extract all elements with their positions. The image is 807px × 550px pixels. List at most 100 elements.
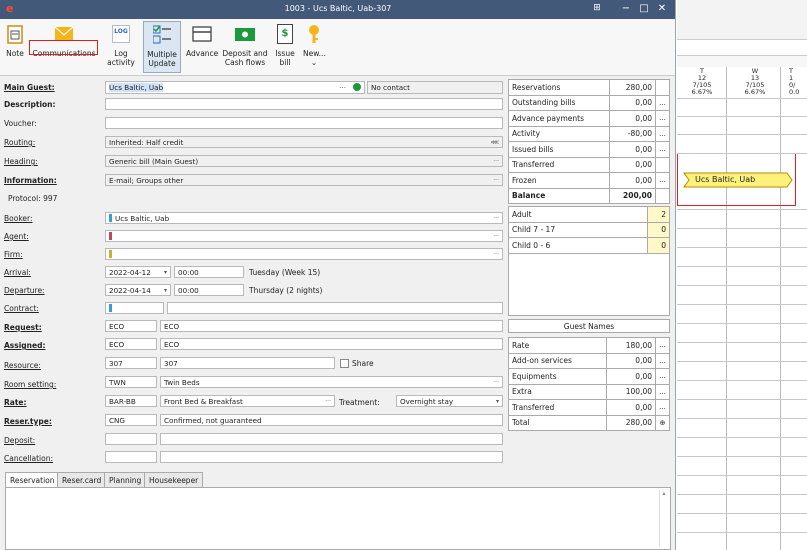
chevron-down-icon[interactable]: ▾ — [496, 397, 499, 406]
contract-field[interactable] — [167, 302, 503, 314]
request-label: Request: — [4, 323, 42, 332]
resource-code-field[interactable]: 307 — [105, 357, 157, 369]
summary-row[interactable]: Issued bills 0,00... — [507, 141, 670, 158]
ellipsis-icon[interactable]: ··· — [493, 250, 499, 259]
ellipsis-icon[interactable]: ··· — [325, 397, 331, 406]
chevron-down-icon[interactable]: ▾ — [164, 286, 167, 295]
resource-field[interactable]: 307 — [160, 357, 335, 369]
note-button[interactable]: Note — [3, 21, 27, 73]
deposit-code-field[interactable] — [105, 433, 157, 445]
day-column-header[interactable]: T 12 7/105 6.67% — [677, 68, 727, 96]
tab-reser-card[interactable]: Reser.card — [57, 472, 107, 488]
ellipsis-icon[interactable]: ... — [655, 399, 670, 416]
rate-field[interactable]: Front Bed & Breakfast ··· — [160, 395, 335, 407]
snap-icon[interactable]: ⊞ — [590, 3, 604, 13]
day-column-header[interactable]: T 1 0/ 0.0 — [781, 68, 807, 96]
help-icon[interactable] — [353, 83, 361, 91]
ellipsis-icon[interactable]: ... — [655, 94, 670, 111]
deposit-field[interactable] — [160, 433, 503, 445]
rate-row: Total 280,00 ⊕ — [507, 414, 670, 431]
reser-type-code-field[interactable]: CNG — [105, 414, 157, 426]
reser-type-field[interactable]: Confirmed, not guaranteed — [160, 414, 503, 426]
booker-field[interactable]: Ucs Baltic, Uab ··· — [105, 212, 503, 224]
assigned-field[interactable]: ECO — [160, 338, 503, 350]
information-field[interactable]: E-mail; Groups other ··· — [105, 174, 503, 186]
tab-content[interactable]: ▴ — [5, 487, 671, 550]
summary-row[interactable]: Advance payments 0,00... — [507, 110, 670, 127]
summary-row[interactable]: Reservations 280,00 — [507, 79, 670, 96]
ellipsis-icon[interactable]: ··· — [493, 214, 499, 223]
close-icon[interactable]: ✕ — [655, 3, 669, 14]
ellipsis-icon[interactable]: ... — [655, 337, 670, 354]
rate-row[interactable]: Add-on services 0,00... — [507, 352, 670, 369]
agent-field[interactable]: ··· — [105, 230, 503, 242]
heading-field[interactable]: Generic bill (Main Guest) ··· — [105, 155, 503, 167]
cancellation-field[interactable] — [160, 451, 503, 463]
tab-planning[interactable]: Planning — [104, 472, 147, 488]
log-activity-button[interactable]: LOG Log activity — [101, 21, 141, 73]
description-field[interactable] — [105, 98, 503, 110]
multiple-update-button[interactable]: Multiple Update — [143, 21, 181, 73]
deposit-cashflows-button[interactable]: Deposit and Cash flows — [220, 21, 270, 73]
voucher-field[interactable] — [105, 117, 503, 129]
request-field[interactable]: ECO — [160, 320, 503, 332]
arrival-date-field[interactable]: 2022-04-12 ▾ — [105, 266, 171, 278]
main-guest-field[interactable]: Ucs Baltic, Uab ··· — [105, 81, 365, 94]
departure-date-field[interactable]: 2022-04-14 ▾ — [105, 284, 171, 296]
advance-button[interactable]: Advance — [186, 21, 218, 73]
pax-value[interactable]: 0 — [647, 237, 670, 254]
ellipsis-icon[interactable]: ... — [655, 110, 670, 127]
minimize-icon[interactable]: − — [619, 3, 633, 14]
share-checkbox[interactable] — [340, 359, 349, 368]
guest-names-button[interactable]: Guest Names — [508, 319, 670, 333]
day-column-header[interactable]: W 13 7/105 6.67% — [730, 68, 780, 96]
ellipsis-icon[interactable]: ··· — [493, 378, 499, 387]
treatment-select[interactable]: Overnight stay ▾ — [396, 395, 503, 407]
expand-icon[interactable]: ⊕ — [655, 414, 670, 431]
firm-field[interactable]: ··· — [105, 248, 503, 260]
summary-row[interactable]: Transferred 0,00 — [507, 156, 670, 173]
routing-field[interactable]: Inherited: Half credit ⋘ — [105, 136, 503, 148]
chevron-down-icon[interactable]: ▾ — [164, 268, 167, 277]
rate-row[interactable]: Equipments 0,00... — [507, 368, 670, 385]
ellipsis-icon[interactable]: ··· — [493, 157, 499, 166]
heading-label: Heading: — [4, 157, 38, 166]
routing-share-icon[interactable]: ⋘ — [490, 138, 499, 147]
rate-row[interactable]: Extra 100,00... — [507, 383, 670, 400]
arrival-time-field[interactable]: 00:00 — [174, 266, 244, 278]
ellipsis-icon[interactable]: ... — [655, 172, 670, 189]
cancellation-code-field[interactable] — [105, 451, 157, 463]
issue-bill-button[interactable]: $ Issue bill — [272, 21, 298, 73]
ellipsis-icon[interactable]: ... — [655, 352, 670, 369]
pax-row[interactable]: Child 7 - 17 0 — [508, 221, 670, 238]
contact-field[interactable]: No contact — [367, 81, 503, 94]
rate-row[interactable]: Transferred 0,00... — [507, 399, 670, 416]
room-setting-field[interactable]: Twin Beds ··· — [160, 376, 503, 388]
ellipsis-icon[interactable]: ... — [655, 125, 670, 142]
ellipsis-icon[interactable]: ... — [655, 368, 670, 385]
ellipsis-icon[interactable]: ··· — [339, 83, 346, 92]
ellipsis-icon[interactable]: ··· — [493, 232, 499, 241]
new-button[interactable]: New... ⌄ — [303, 21, 326, 73]
assigned-code-field[interactable]: ECO — [105, 338, 157, 350]
summary-row[interactable]: Outstanding bills 0,00... — [507, 94, 670, 111]
contract-code-field[interactable] — [105, 302, 164, 314]
summary-row[interactable]: Frozen 0,00... — [507, 172, 670, 189]
summary-label: Advance payments — [507, 110, 611, 127]
departure-time-field[interactable]: 00:00 — [174, 284, 244, 296]
maximize-icon[interactable]: □ — [637, 3, 651, 14]
pax-value[interactable]: 0 — [647, 221, 670, 238]
ellipsis-icon[interactable]: ... — [655, 141, 670, 158]
request-code-field[interactable]: ECO — [105, 320, 157, 332]
pax-value[interactable]: 2 — [647, 206, 670, 223]
ellipsis-icon[interactable]: ··· — [493, 176, 499, 185]
pax-row[interactable]: Adult 2 — [508, 206, 670, 223]
pax-row[interactable]: Child 0 - 60 — [508, 237, 670, 254]
summary-row[interactable]: Activity -80,00... — [507, 125, 670, 142]
rate-code-field[interactable]: BAR-BB — [105, 395, 157, 407]
scrollbar[interactable]: ▴ — [659, 490, 668, 547]
tab-housekeeper[interactable]: Housekeeper — [144, 472, 204, 488]
room-setting-code-field[interactable]: TWN — [105, 376, 157, 388]
ellipsis-icon[interactable]: ... — [655, 383, 670, 400]
rate-row[interactable]: Rate 180,00... — [507, 337, 670, 354]
